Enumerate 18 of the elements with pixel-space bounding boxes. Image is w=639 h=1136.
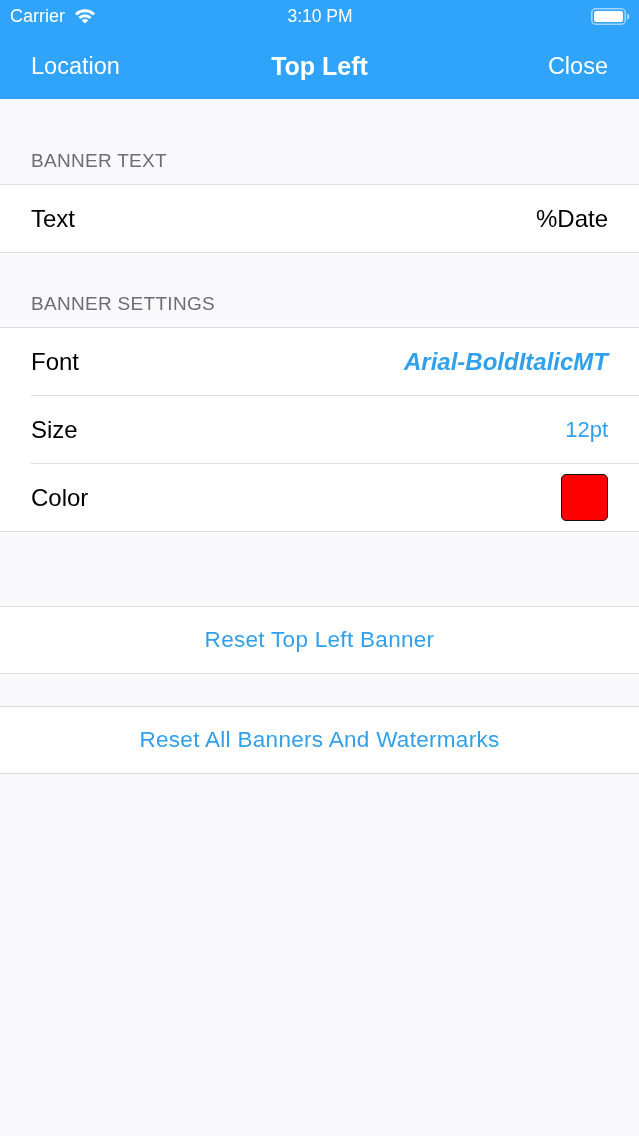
- settings-row[interactable]: Size 12pt: [0, 395, 639, 463]
- row-value: %Date: [535, 204, 608, 233]
- status-time: 3:10 PM: [287, 5, 353, 27]
- carrier-label: Carrier: [10, 5, 65, 27]
- row-label: Color: [31, 483, 89, 512]
- section-header: BANNER SETTINGS: [31, 293, 215, 315]
- row-label: Font: [31, 347, 80, 376]
- wifi-icon: [74, 8, 96, 24]
- row-label: Size: [31, 415, 78, 444]
- settings-row[interactable]: Color: [0, 463, 639, 531]
- settings-row[interactable]: Font Arial-BoldItalicMT: [0, 328, 639, 395]
- nav-title: Top Left: [271, 50, 368, 81]
- settings-row[interactable]: Text %Date: [0, 185, 639, 252]
- font-value: Arial-BoldItalicMT: [404, 347, 608, 376]
- battery-icon: [591, 7, 630, 25]
- section-header: BANNER TEXT: [31, 150, 167, 172]
- size-value: 12pt: [565, 415, 608, 444]
- row-label: Text: [31, 204, 75, 233]
